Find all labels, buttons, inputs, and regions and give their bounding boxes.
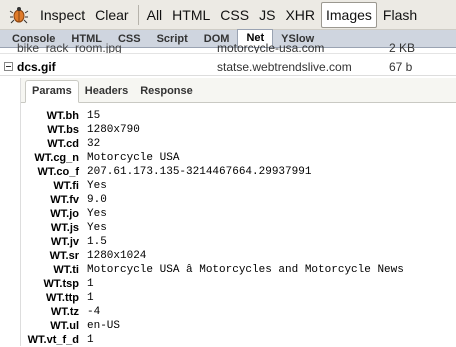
- param-row: WT.tsp 1: [21, 277, 456, 291]
- request-row[interactable]: bike_rack_room.jpg motorcycle-usa.com 2 …: [0, 42, 456, 54]
- request-size: 2 KB: [389, 42, 416, 54]
- param-name: WT.jo: [50, 208, 79, 220]
- param-value: 1: [87, 292, 94, 304]
- toolbar-separator: [137, 4, 139, 25]
- param-name: WT.fv: [50, 194, 79, 206]
- param-row: WT.co_f 207.61.173.135-3214467664.2993799…: [21, 165, 456, 179]
- params-table: WT.bh 15 WT.bs 1280x790 WT.cd 32 WT.cg_n Mot…: [21, 103, 456, 346]
- param-value: 15: [87, 110, 101, 122]
- param-value: 1280x1024: [87, 250, 147, 262]
- request-domain: motorcycle-usa.com: [217, 42, 325, 54]
- param-name: WT.cg_n: [34, 152, 79, 164]
- param-value: Yes: [87, 208, 107, 220]
- filter-xhr-button[interactable]: XHR: [281, 2, 319, 28]
- param-name: WT.js: [50, 222, 79, 234]
- param-value: -4: [87, 306, 101, 318]
- param-row: WT.ti Motorcycle USA â Motorcycles and Mo…: [21, 263, 456, 277]
- request-details: Params Headers Response WT.bh 15 WT.bs 128…: [20, 78, 456, 346]
- tab-headers[interactable]: Headers: [79, 81, 134, 102]
- param-value: Yes: [87, 180, 107, 192]
- param-name: WT.ti: [53, 264, 79, 276]
- param-row: WT.fi Yes: [21, 179, 456, 193]
- param-row: WT.ul en-US: [21, 319, 456, 333]
- param-name: WT.cd: [47, 138, 79, 150]
- param-value: 1: [87, 278, 94, 290]
- filter-css-button[interactable]: CSS: [216, 2, 253, 28]
- param-name: WT.vt_f_d: [27, 334, 79, 346]
- param-name: WT.fi: [53, 180, 79, 192]
- param-row: WT.bs 1280x790: [21, 123, 456, 137]
- request-name: bike_rack_room.jpg: [17, 42, 122, 54]
- param-name: WT.ttp: [46, 292, 79, 304]
- firebug-toolbar: Inspect Clear All HTML CSS JS XHR Images…: [0, 0, 456, 30]
- param-value: Motorcycle USA â Motorcycles and Motorcy…: [87, 264, 404, 276]
- param-name: WT.tz: [50, 306, 79, 318]
- param-value: 1280x790: [87, 124, 140, 136]
- param-value: en-US: [87, 320, 121, 332]
- param-value: 1: [87, 334, 94, 346]
- param-name: WT.jv: [50, 236, 79, 248]
- request-row-expanded[interactable]: dcs.gif statse.webtrendslive.com 67 b: [0, 58, 456, 76]
- param-name: WT.tsp: [43, 278, 79, 290]
- tab-response[interactable]: Response: [134, 81, 199, 102]
- param-value: Motorcycle USA: [87, 152, 180, 164]
- filter-flash-button[interactable]: Flash: [379, 2, 421, 28]
- param-name: WT.ul: [50, 320, 79, 332]
- filter-all-button[interactable]: All: [143, 2, 167, 28]
- param-row: WT.jv 1.5: [21, 235, 456, 249]
- collapse-icon[interactable]: [4, 62, 13, 71]
- param-value: 32: [87, 138, 101, 150]
- param-row: WT.cg_n Motorcycle USA: [21, 151, 456, 165]
- inspect-button[interactable]: Inspect: [36, 2, 89, 28]
- filter-js-button[interactable]: JS: [255, 2, 279, 28]
- param-row: WT.fv 9.0: [21, 193, 456, 207]
- request-size: 67 b: [389, 59, 413, 74]
- firebug-icon[interactable]: [8, 4, 30, 26]
- tab-params[interactable]: Params: [25, 80, 79, 103]
- param-row: WT.vt_f_d 1: [21, 333, 456, 347]
- param-row: WT.cd 32: [21, 137, 456, 151]
- detail-tab-bar: Params Headers Response: [21, 78, 456, 103]
- filter-html-button[interactable]: HTML: [168, 2, 214, 28]
- param-row: WT.tz -4: [21, 305, 456, 319]
- clear-button[interactable]: Clear: [91, 2, 132, 28]
- request-domain: statse.webtrendslive.com: [217, 59, 352, 74]
- param-row: WT.sr 1280x1024: [21, 249, 456, 263]
- request-name: dcs.gif: [17, 59, 56, 74]
- param-value: Yes: [87, 222, 107, 234]
- param-name: WT.co_f: [37, 166, 79, 178]
- param-value: 9.0: [87, 194, 107, 206]
- param-row: WT.ttp 1: [21, 291, 456, 305]
- param-name: WT.bs: [47, 124, 79, 136]
- param-row: WT.bh 15: [21, 109, 456, 123]
- filter-images-button[interactable]: Images: [321, 1, 377, 28]
- param-value: 207.61.173.135-3214467664.29937991: [87, 166, 312, 178]
- param-name: WT.sr: [49, 250, 79, 262]
- param-row: WT.jo Yes: [21, 207, 456, 221]
- param-row: WT.js Yes: [21, 221, 456, 235]
- param-value: 1.5: [87, 236, 107, 248]
- param-name: WT.bh: [46, 110, 79, 122]
